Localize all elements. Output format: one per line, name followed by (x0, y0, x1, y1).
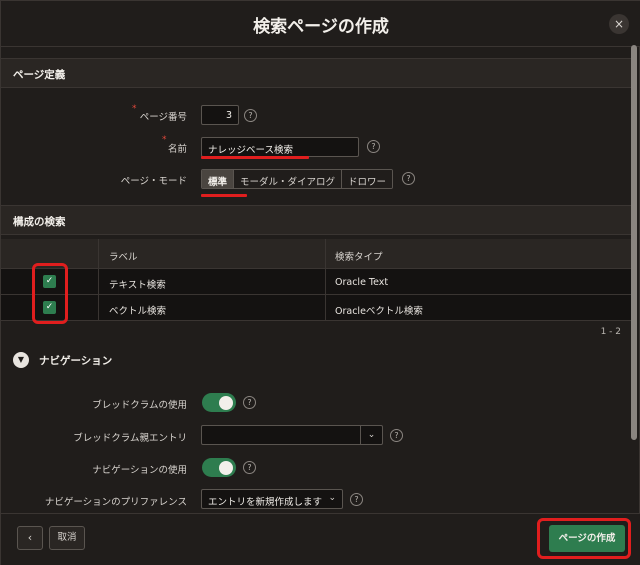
navigation-use-label: ナビゲーションの使用 (92, 465, 187, 476)
breadcrumb-use-label: ブレッドクラムの使用 (92, 400, 187, 411)
chevron-down-icon[interactable]: ⌄ (328, 493, 336, 503)
row-count: 1 - 2 (600, 327, 621, 337)
create-search-page-dialog: 検索ページの作成 × ページ定義 * ページ番号 3 ? * 名前 ナレッジベー… (0, 0, 640, 565)
page-mode-selector[interactable]: 標準 モーダル・ダイアログ ドロワー (201, 169, 394, 189)
dialog-footer: ‹ 取消 ページの作成 (1, 513, 640, 565)
breadcrumb-use-toggle[interactable] (202, 393, 236, 412)
table-header: ラベル 検索タイプ (1, 239, 631, 269)
page-number-field[interactable]: 3 (201, 105, 239, 125)
column-divider (325, 239, 326, 268)
breadcrumb-parent-help-icon[interactable]: ? (390, 429, 403, 442)
column-divider (325, 295, 326, 320)
page-definition-header: ページ定義 (1, 58, 631, 88)
page-number-label: ページ番号 (139, 112, 187, 123)
name-help-icon[interactable]: ? (367, 140, 380, 153)
column-divider (98, 239, 99, 268)
name-field[interactable]: ナレッジベース検索 (201, 137, 359, 157)
navigation-title: ナビゲーション (39, 355, 113, 367)
dialog-title: 検索ページの作成 (253, 17, 389, 37)
required-asterisk: * (162, 135, 167, 145)
page-mode-label: ページ・モード (120, 176, 187, 187)
cancel-button[interactable]: 取消 (49, 526, 85, 550)
search-config-header: 構成の検索 (1, 205, 631, 235)
create-button-highlight-box (537, 518, 631, 559)
row-search-type: Oracleベクトル検索 (335, 306, 423, 317)
required-asterisk: * (132, 104, 137, 114)
table-row: ✓ ベクトル検索 Oracleベクトル検索 (1, 295, 631, 321)
column-header-search-type[interactable]: 検索タイプ (335, 249, 383, 263)
column-header-label[interactable]: ラベル (109, 249, 138, 263)
navigation-use-help-icon[interactable]: ? (243, 461, 256, 474)
page-mode-standard[interactable]: 標準 (202, 170, 235, 188)
page-mode-help-icon[interactable]: ? (402, 172, 415, 185)
close-icon[interactable]: × (609, 14, 629, 34)
column-divider (98, 295, 99, 320)
page-mode-highlight-underline (201, 194, 247, 197)
table-row: ✓ テキスト検索 Oracle Text (1, 269, 631, 295)
breadcrumb-parent-select[interactable]: ⌄ (201, 425, 383, 445)
page-mode-drawer[interactable]: ドロワー (342, 170, 393, 188)
column-divider (98, 269, 99, 294)
row-label: ベクトル検索 (109, 306, 167, 317)
navigation-pref-label: ナビゲーションのプリファレンス (44, 497, 187, 508)
row-label: テキスト検索 (109, 280, 166, 291)
navigation-pref-help-icon[interactable]: ? (350, 493, 363, 506)
dialog-titlebar: 検索ページの作成 × (1, 1, 640, 47)
breadcrumb-parent-label: ブレッドクラム親エントリ (73, 433, 187, 444)
checkbox-highlight-box (32, 263, 68, 324)
page-mode-modal-dialog[interactable]: モーダル・ダイアログ (234, 170, 343, 188)
chevron-down-icon[interactable]: ⌄ (360, 426, 382, 444)
page-number-help-icon[interactable]: ? (244, 109, 257, 122)
column-divider (325, 269, 326, 294)
breadcrumb-use-help-icon[interactable]: ? (243, 396, 256, 409)
navigation-pref-value: エントリを新規作成します (208, 497, 323, 508)
navigation-header[interactable]: ▼ ナビゲーション (1, 346, 631, 374)
page-definition-title: ページ定義 (13, 69, 66, 81)
search-config-title: 構成の検索 (13, 216, 66, 228)
row-search-type: Oracle Text (335, 277, 389, 288)
dialog-scrollbar[interactable] (631, 45, 637, 440)
navigation-pref-select[interactable]: エントリを新規作成します ⌄ (201, 489, 343, 509)
name-label: 名前 (167, 144, 187, 155)
search-config-table: ラベル 検索タイプ ✓ テキスト検索 Oracle Text ✓ ベクトル検索 … (1, 239, 631, 321)
name-highlight-underline (201, 156, 309, 159)
collapse-toggle-icon[interactable]: ▼ (13, 352, 29, 368)
navigation-use-toggle[interactable] (202, 458, 236, 477)
back-button[interactable]: ‹ (17, 526, 43, 550)
